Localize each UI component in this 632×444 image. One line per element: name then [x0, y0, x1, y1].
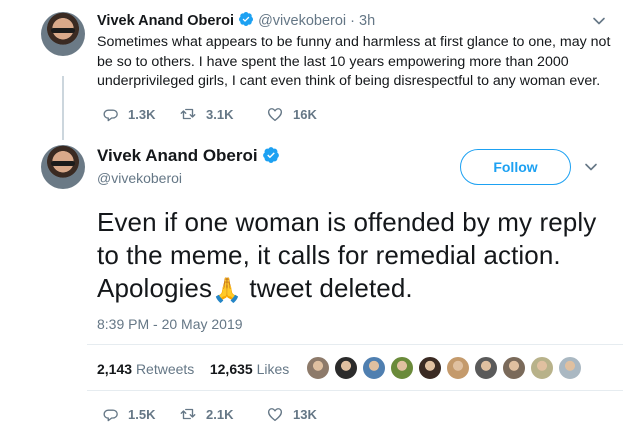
reply-button[interactable]: 1.3K [101, 105, 179, 123]
reply-icon [103, 109, 118, 122]
like-button[interactable]: 13K [266, 405, 317, 423]
reply-tweet-header: Vivek Anand Oberoi @vivekoberoi · 3h [97, 11, 375, 29]
likes-label: Likes [256, 361, 290, 377]
thread-connector-line [62, 76, 64, 140]
retweet-icon [180, 408, 196, 420]
liker-avatar[interactable] [558, 356, 582, 380]
reply-icon [103, 409, 118, 422]
heart-icon [267, 108, 283, 122]
like-button[interactable]: 16K [266, 105, 317, 123]
retweet-icon [180, 108, 196, 120]
liker-avatar[interactable] [474, 356, 498, 380]
heart-icon [267, 408, 283, 422]
retweet-count: 3.1K [206, 106, 234, 122]
verified-badge-icon [239, 12, 254, 26]
retweets-label: Retweets [135, 361, 195, 377]
liker-avatar[interactable] [530, 356, 554, 380]
divider [87, 390, 623, 391]
verified-badge-icon [263, 147, 280, 163]
liker-avatar[interactable] [390, 356, 414, 380]
reply-count: 1.3K [128, 106, 156, 122]
reply-tweet-actions: 1.3K 3.1K 16K [101, 105, 317, 123]
liker-avatar[interactable] [362, 356, 386, 380]
tweet-timestamp[interactable]: 8:39 PM - 20 May 2019 [97, 316, 243, 332]
author-handle[interactable]: @vivekoberoi [97, 170, 182, 186]
tweet-time[interactable]: 3h [359, 13, 375, 29]
main-tweet-actions: 1.5K 2.1K 13K [101, 405, 317, 423]
reply-count: 1.5K [128, 406, 156, 422]
like-total: 12,635 [209, 361, 253, 377]
folded-hands-emoji: 🙏 [212, 277, 243, 304]
main-tweet-text: Even if one woman is offended by my repl… [97, 206, 617, 307]
liker-avatar[interactable] [446, 356, 470, 380]
main-tweet-author: Vivek Anand Oberoi [97, 146, 280, 166]
retweet-button[interactable]: 2.1K [179, 405, 266, 423]
tweet-text-part: tweet deleted. [242, 273, 413, 303]
liker-avatar[interactable] [418, 356, 442, 380]
chevron-down-icon[interactable] [592, 14, 606, 28]
liker-avatar[interactable] [306, 356, 330, 380]
engagement-stats: 2,143 Retweets 12,635 Likes [97, 361, 289, 377]
retweet-count: 2.1K [206, 406, 234, 422]
likes-stat[interactable]: 12,635 Likes [210, 361, 289, 377]
author-name[interactable]: Vivek Anand Oberoi [97, 13, 234, 29]
like-count: 13K [293, 406, 317, 422]
separator-dot: · [350, 13, 355, 29]
divider [87, 344, 623, 345]
like-count: 16K [293, 106, 317, 122]
liker-avatar[interactable] [334, 356, 358, 380]
reply-button[interactable]: 1.5K [101, 405, 179, 423]
author-avatar[interactable] [41, 145, 85, 189]
chevron-down-icon[interactable] [584, 160, 598, 174]
retweet-total: 2,143 [97, 361, 133, 377]
author-handle[interactable]: @vivekoberoi [258, 13, 346, 29]
retweets-stat[interactable]: 2,143 Retweets [97, 361, 194, 377]
follow-button[interactable]: Follow [460, 149, 571, 185]
liker-avatar[interactable] [502, 356, 526, 380]
author-avatar[interactable] [41, 12, 85, 56]
retweet-button[interactable]: 3.1K [179, 105, 266, 123]
reply-tweet-text: Sometimes what appears to be funny and h… [97, 34, 611, 89]
author-name[interactable]: Vivek Anand Oberoi [97, 146, 258, 165]
liker-avatars [306, 356, 586, 380]
